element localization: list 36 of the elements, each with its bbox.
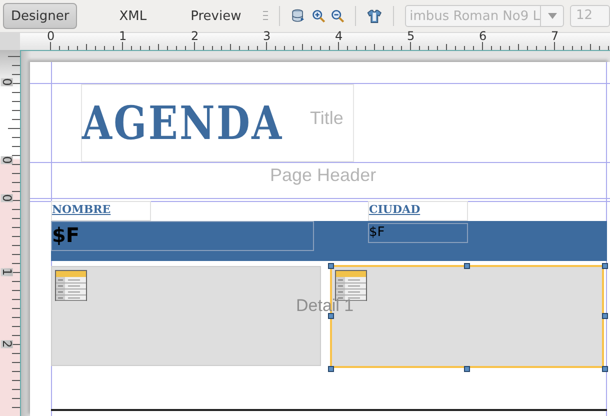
grip-icon xyxy=(263,10,268,22)
column-header[interactable]: NOMBRE xyxy=(51,201,151,221)
caret-icon xyxy=(548,13,557,19)
ruler-label: 1 xyxy=(0,268,13,276)
resize-handle[interactable] xyxy=(464,263,470,269)
band-label: Page Header xyxy=(270,165,376,186)
resize-handle[interactable] xyxy=(602,313,608,319)
view-tab[interactable]: Designer xyxy=(3,3,78,29)
zoom-out-icon[interactable] xyxy=(330,8,344,24)
ruler-label: 3 xyxy=(263,30,271,42)
report-title: AGENDA xyxy=(82,96,284,150)
text-field[interactable]: $F xyxy=(368,223,468,243)
ruler-label: 5 xyxy=(407,30,415,42)
shirt-icon[interactable] xyxy=(366,7,382,25)
ruler-label: 7 xyxy=(551,30,559,42)
ruler-label: 2 xyxy=(191,30,199,42)
ruler-label: 6 xyxy=(479,30,487,42)
ruler-label: 0 xyxy=(0,156,13,164)
ruler-label: 2 xyxy=(0,340,13,348)
resize-handle[interactable] xyxy=(602,263,608,269)
band-label: Title xyxy=(310,108,344,129)
table-icon xyxy=(55,270,87,301)
ruler-label: 0 xyxy=(0,78,13,86)
zoom-in-icon[interactable] xyxy=(312,8,325,24)
resize-handle[interactable] xyxy=(464,366,470,372)
ruler-label: 0 xyxy=(47,30,55,42)
column-header[interactable]: CIUDAD xyxy=(368,201,468,221)
resize-handle[interactable] xyxy=(602,366,608,372)
view-tab[interactable]: XML xyxy=(111,3,155,29)
view-tab[interactable]: Preview xyxy=(182,3,250,29)
ruler-label: 4 xyxy=(335,30,343,42)
resize-handle[interactable] xyxy=(328,263,334,269)
ruler-label: 1 xyxy=(119,30,127,42)
ruler-label: 0 xyxy=(0,194,13,202)
resize-handle[interactable] xyxy=(328,366,334,372)
text-field[interactable]: $F xyxy=(51,221,314,251)
